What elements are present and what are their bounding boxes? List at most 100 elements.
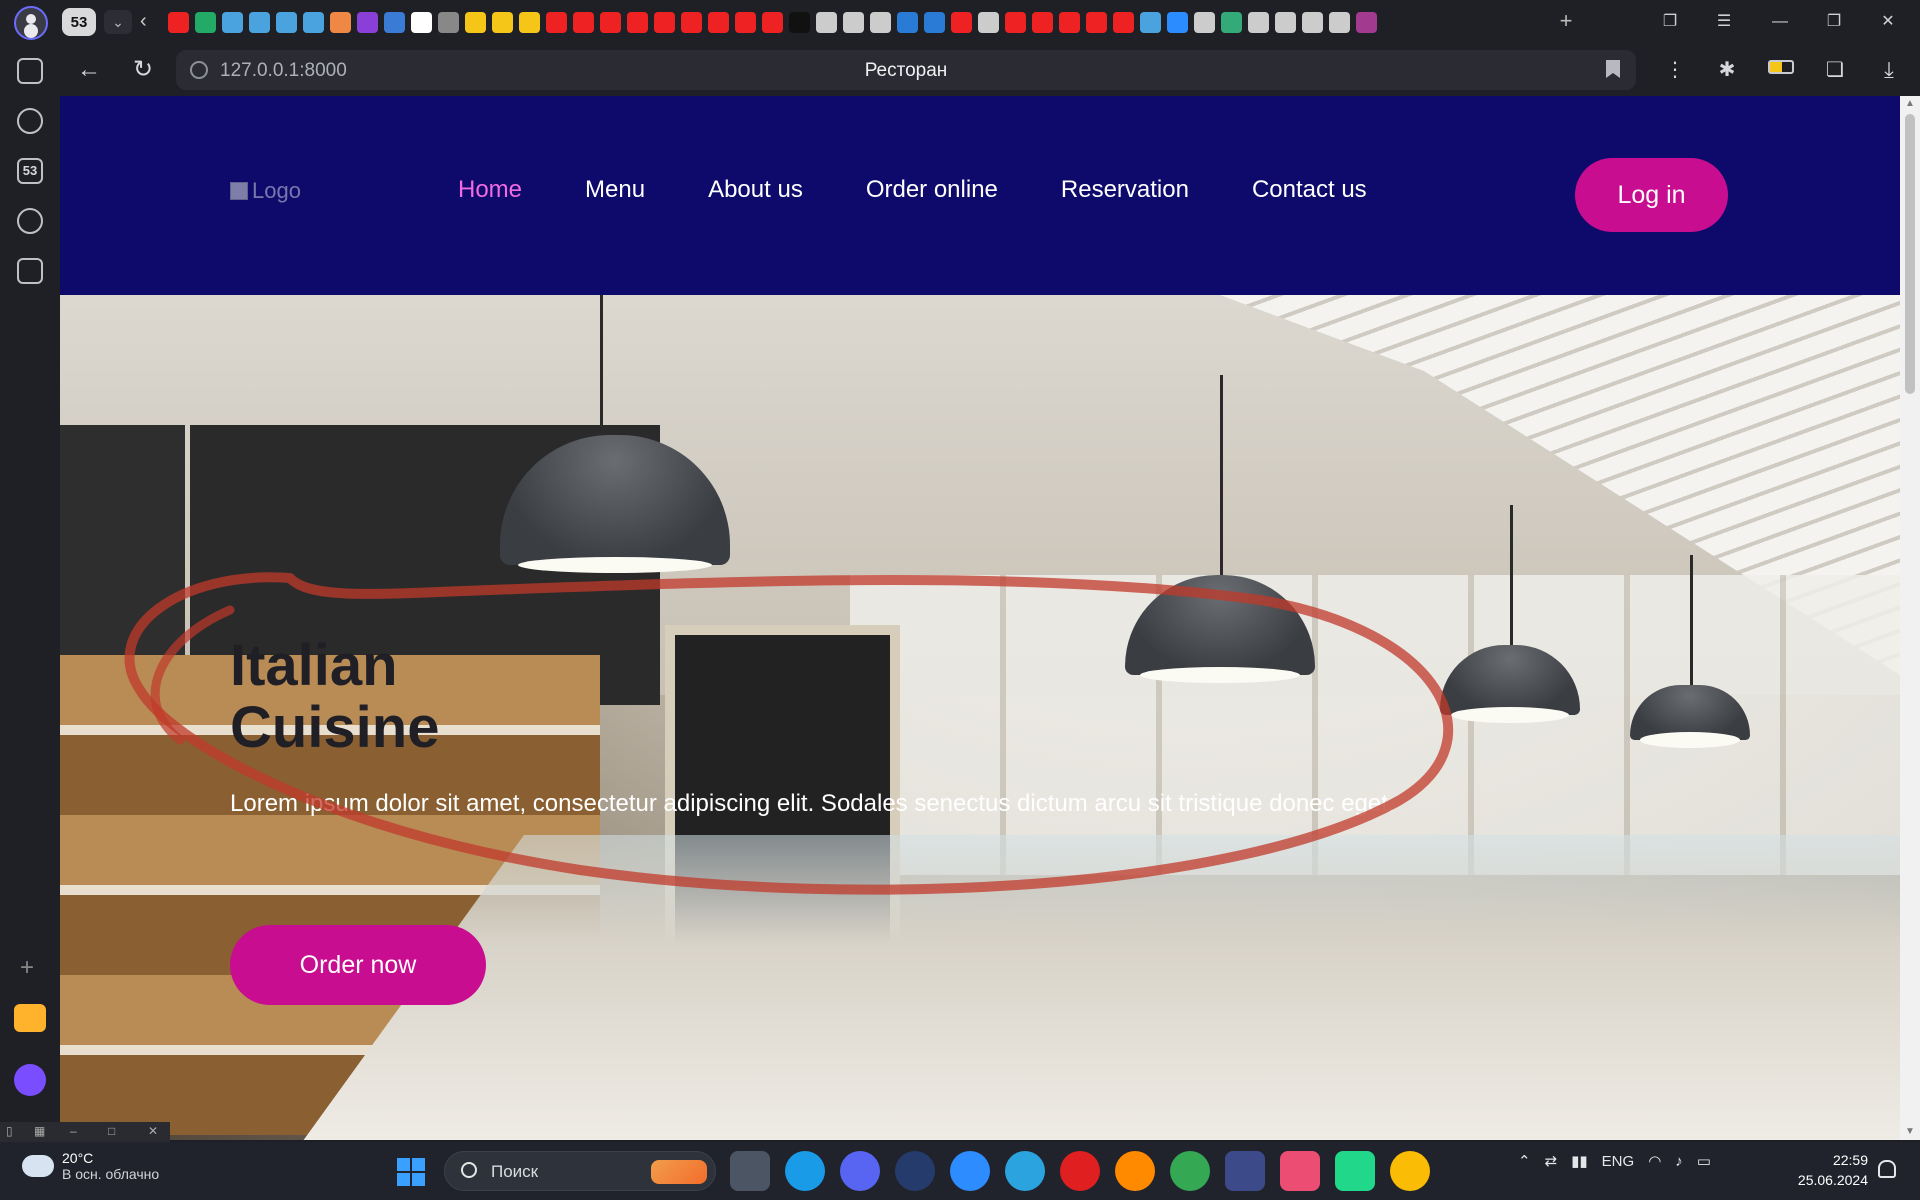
nav-reservation[interactable]: Reservation	[1061, 176, 1189, 204]
pinned-tab-favicon-icon[interactable]	[1113, 12, 1134, 33]
pinned-tab-favicon-icon[interactable]	[546, 12, 567, 33]
download-icon[interactable]: ⤓	[1874, 56, 1904, 86]
wifi-icon[interactable]: ◠	[1648, 1152, 1661, 1170]
page-scrollbar[interactable]: ▲ ▼	[1900, 96, 1920, 1140]
weather-widget[interactable]: 20°C В осн. облачно	[16, 1147, 159, 1182]
extension-icon[interactable]: ✱	[1712, 56, 1742, 86]
tab-panel-icon[interactable]: ❐	[1650, 8, 1690, 36]
pinned-tab-favicon-icon[interactable]	[654, 12, 675, 33]
telegram-icon[interactable]	[1005, 1151, 1045, 1191]
notification-bell-icon[interactable]	[1878, 1160, 1896, 1178]
pinned-tab-favicon-icon[interactable]	[897, 12, 918, 33]
nav-home[interactable]: Home	[458, 176, 522, 204]
yandex-browser-icon[interactable]	[1060, 1151, 1100, 1191]
scroll-down-icon[interactable]: ▼	[1900, 1126, 1920, 1137]
pinned-tab-favicon-icon[interactable]	[735, 12, 756, 33]
nav-order-online[interactable]: Order online	[866, 176, 998, 204]
pinned-tab-favicon-icon[interactable]	[1140, 12, 1161, 33]
minimize-panel-icon[interactable]: –	[70, 1124, 77, 1138]
pinned-tab-favicon-icon[interactable]	[1059, 12, 1080, 33]
pinned-tab-favicon-icon[interactable]	[438, 12, 459, 33]
login-button[interactable]: Log in	[1575, 158, 1728, 232]
pinned-tab-favicon-icon[interactable]	[384, 12, 405, 33]
pinned-tab-favicon-icon[interactable]	[1275, 12, 1296, 33]
pinned-tab-favicon-icon[interactable]	[1302, 12, 1323, 33]
back-arrow-icon[interactable]: ←	[74, 56, 104, 86]
expand-panel-icon[interactable]: □	[108, 1124, 115, 1138]
close-panel-icon[interactable]: ✕	[148, 1124, 158, 1138]
menu-hamburger-icon[interactable]: ☰	[1704, 8, 1744, 36]
pinned-tab-favicon-icon[interactable]	[1221, 12, 1242, 33]
pinned-tab-favicon-icon[interactable]	[1086, 12, 1107, 33]
reload-icon[interactable]: ↻	[128, 56, 158, 86]
pinned-tab-favicon-icon[interactable]	[492, 12, 513, 33]
pinned-tab-favicon-icon[interactable]	[195, 12, 216, 33]
nav-contact-us[interactable]: Contact us	[1252, 176, 1367, 204]
more-vertical-icon[interactable]: ⋮	[1660, 56, 1690, 86]
collections-icon[interactable]	[17, 58, 43, 84]
nav-menu[interactable]: Menu	[585, 176, 645, 204]
pinned-tab-favicon-icon[interactable]	[978, 12, 999, 33]
taskbar-clock[interactable]: 22:59 25.06.2024	[1776, 1150, 1868, 1190]
screenshot-camera-icon[interactable]	[17, 258, 43, 284]
site-logo[interactable]: Logo	[230, 178, 301, 204]
pinned-tab-favicon-icon[interactable]	[600, 12, 621, 33]
zoom-icon[interactable]	[950, 1151, 990, 1191]
scrollbar-thumb[interactable]	[1905, 114, 1915, 394]
address-bar[interactable]: 127.0.0.1:8000 Ресторан	[176, 50, 1636, 90]
tray-meter-icon[interactable]: ▮▮	[1571, 1152, 1588, 1170]
discord-icon[interactable]	[840, 1151, 880, 1191]
pinned-tab-favicon-icon[interactable]	[357, 12, 378, 33]
tray-settings-icon[interactable]: ⇄	[1545, 1152, 1558, 1170]
pinned-tab-favicon-icon[interactable]	[249, 12, 270, 33]
nav-about-us[interactable]: About us	[708, 176, 803, 204]
pinned-tab-favicon-icon[interactable]	[168, 12, 189, 33]
pinned-tab-favicon-icon[interactable]	[519, 12, 540, 33]
pinned-tab-favicon-icon[interactable]	[330, 12, 351, 33]
pinned-tab-favicons[interactable]	[168, 12, 1508, 34]
chevron-down-icon[interactable]: ⌄	[104, 10, 132, 34]
alice-assistant-icon[interactable]	[14, 1064, 46, 1096]
pinned-tab-favicon-icon[interactable]	[681, 12, 702, 33]
pinned-tab-favicon-icon[interactable]	[816, 12, 837, 33]
pycharm-icon[interactable]	[1335, 1151, 1375, 1191]
volume-icon[interactable]: ♪	[1675, 1153, 1683, 1170]
tray-chevron-up-icon[interactable]: ⌃	[1518, 1152, 1531, 1170]
task-view-icon[interactable]	[730, 1151, 770, 1191]
music-app-icon[interactable]	[1115, 1151, 1155, 1191]
pinned-tab-favicon-icon[interactable]	[1356, 12, 1377, 33]
pinned-tab-favicon-icon[interactable]	[1032, 12, 1053, 33]
scroll-up-icon[interactable]: ▲	[1900, 98, 1920, 109]
pinned-tab-favicon-icon[interactable]	[1329, 12, 1350, 33]
pinned-tab-favicon-icon[interactable]	[951, 12, 972, 33]
restore-icon[interactable]: ❐	[1814, 8, 1854, 36]
input-language[interactable]: ENG	[1602, 1153, 1635, 1170]
tabs-counter-icon[interactable]: 53	[17, 158, 43, 184]
new-tab-plus-icon[interactable]: +	[1552, 8, 1580, 36]
reading-list-icon[interactable]: ❏	[1820, 56, 1850, 86]
panel-toggle-icon[interactable]: ▯	[6, 1124, 13, 1138]
taskbar-search[interactable]: Поиск	[444, 1151, 716, 1191]
chevron-left-icon[interactable]: ‹	[140, 10, 147, 33]
pinned-tab-favicon-icon[interactable]	[789, 12, 810, 33]
pinned-tab-favicon-icon[interactable]	[303, 12, 324, 33]
pinned-tab-favicon-icon[interactable]	[1248, 12, 1269, 33]
pinned-tab-favicon-icon[interactable]	[924, 12, 945, 33]
pinned-tab-favicon-icon[interactable]	[627, 12, 648, 33]
pinned-tab-favicon-icon[interactable]	[222, 12, 243, 33]
battery-icon[interactable]: ▭	[1697, 1152, 1711, 1170]
close-icon[interactable]: ✕	[1868, 8, 1908, 36]
video-play-icon[interactable]	[17, 208, 43, 234]
history-clock-icon[interactable]	[17, 108, 43, 134]
battery-saver-icon[interactable]	[1768, 60, 1794, 74]
info-app-icon[interactable]	[1280, 1151, 1320, 1191]
mail-client-icon[interactable]	[1225, 1151, 1265, 1191]
edge-browser-icon[interactable]	[785, 1151, 825, 1191]
windows-start-icon[interactable]	[397, 1158, 425, 1186]
timer-app-icon[interactable]	[895, 1151, 935, 1191]
pinned-tab-favicon-icon[interactable]	[1194, 12, 1215, 33]
add-panel-plus-icon[interactable]: +	[20, 954, 34, 982]
pinned-tab-favicon-icon[interactable]	[1005, 12, 1026, 33]
minimize-icon[interactable]: —	[1760, 8, 1800, 36]
pinned-tab-favicon-icon[interactable]	[465, 12, 486, 33]
